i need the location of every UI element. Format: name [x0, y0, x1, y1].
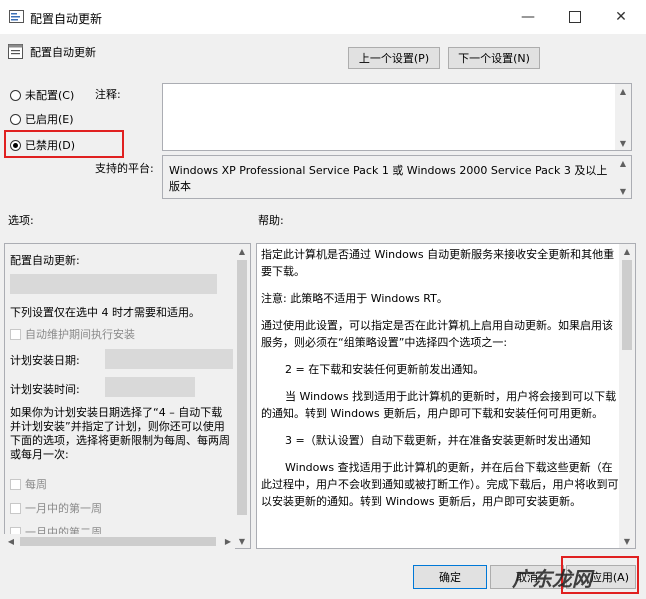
- radio-enabled[interactable]: 已启用(E): [10, 111, 74, 127]
- close-icon: ✕: [615, 9, 627, 25]
- weekly-checkbox[interactable]: [10, 478, 21, 490]
- maintenance-checkbox[interactable]: [10, 328, 21, 340]
- options-note: 下列设置仅在选中 4 时才需要和适用。: [10, 306, 200, 319]
- help-paragraph: 当 Windows 找到适用于此计算机的更新时，用户将会接到可以下载的通知。转到…: [261, 390, 617, 420]
- next-setting-button[interactable]: 下一个设置(N): [448, 47, 540, 69]
- radio-label: 未配置(C): [25, 89, 75, 102]
- scroll-down-icon[interactable]: ▼: [619, 534, 635, 548]
- help-scrollbar[interactable]: ▲ ▼: [619, 244, 635, 548]
- weekly-check-label: 每周: [25, 478, 47, 491]
- scroll-up-icon[interactable]: ▲: [619, 244, 635, 258]
- radio-circle[interactable]: [10, 113, 21, 125]
- schedule-day-label: 计划安装日期:: [10, 354, 80, 367]
- scroll-left-icon[interactable]: ◀: [4, 534, 18, 549]
- supported-field: Windows XP Professional Service Pack 1 或…: [162, 155, 632, 199]
- schedule-time-dropdown[interactable]: [105, 377, 195, 397]
- scroll-down-icon[interactable]: ▼: [615, 136, 631, 150]
- scroll-up-icon[interactable]: ▲: [234, 244, 250, 258]
- schedule-day-dropdown[interactable]: [105, 349, 233, 369]
- radio-circle[interactable]: [10, 89, 21, 101]
- minimize-button[interactable]: —: [505, 0, 551, 34]
- schedule-note: 如果你为计划安装日期选择了“4 – 自动下载并计划安装”并指定了计划，则你还可以…: [10, 406, 230, 461]
- title-bar: 配置自动更新 — ✕: [0, 0, 646, 34]
- supported-label: 支持的平台:: [95, 162, 154, 175]
- maintenance-check-label: 自动维护期间执行安装: [25, 328, 135, 341]
- maintenance-checkbox-row[interactable]: 自动维护期间执行安装: [10, 326, 135, 342]
- scroll-down-icon[interactable]: ▼: [234, 534, 250, 548]
- disabled-highlight-box: [4, 130, 124, 158]
- help-paragraph: 指定此计算机是否通过 Windows 自动更新服务来接收安全更新和其他重要下载。: [261, 248, 615, 278]
- setting-icon: [8, 44, 23, 59]
- help-text: 指定此计算机是否通过 Windows 自动更新服务来接收安全更新和其他重要下载。…: [261, 246, 619, 520]
- first-week-check-label: 一月中的第一周: [25, 502, 102, 515]
- help-paragraph: Windows 查找适用于此计算机的更新，并在后台下载这些更新（在此过程中，用户…: [261, 461, 619, 508]
- options-scrollbar[interactable]: ▲ ▼: [234, 244, 250, 548]
- options-hscrollbar[interactable]: ◀ ▶: [4, 534, 235, 549]
- configure-label: 配置自动更新:: [10, 254, 80, 267]
- scroll-down-icon[interactable]: ▼: [615, 184, 631, 198]
- weekly-checkbox-row[interactable]: 每周: [10, 476, 47, 492]
- scroll-thumb[interactable]: [622, 260, 632, 350]
- first-week-checkbox[interactable]: [10, 502, 21, 514]
- comment-scrollbar[interactable]: ▲ ▼: [615, 84, 631, 150]
- configure-dropdown[interactable]: [10, 274, 217, 294]
- close-button[interactable]: ✕: [598, 0, 644, 34]
- window-title: 配置自动更新: [30, 12, 103, 26]
- watermark-logo: 广东龙网: [512, 567, 592, 591]
- radio-not-configured[interactable]: 未配置(C): [10, 87, 74, 103]
- supported-scrollbar[interactable]: ▲ ▼: [615, 156, 631, 198]
- policy-app-icon: [9, 10, 24, 23]
- setting-title: 配置自动更新: [30, 46, 96, 59]
- hscroll-thumb[interactable]: [20, 537, 216, 546]
- minimize-icon: —: [521, 9, 535, 25]
- options-label: 选项:: [8, 214, 34, 227]
- prev-setting-button[interactable]: 上一个设置(P): [348, 47, 440, 69]
- maximize-button[interactable]: [552, 0, 598, 34]
- supported-value: Windows XP Professional Service Pack 1 或…: [169, 164, 608, 193]
- schedule-time-label: 计划安装时间:: [10, 383, 80, 396]
- radio-label: 已启用(E): [25, 113, 74, 126]
- first-week-checkbox-row[interactable]: 一月中的第一周: [10, 500, 102, 516]
- comment-textarea[interactable]: ▲ ▼: [162, 83, 632, 151]
- scroll-up-icon[interactable]: ▲: [615, 156, 631, 170]
- comment-label: 注释:: [95, 88, 121, 101]
- help-paragraph: 3 =（默认设置）自动下载更新，并在准备安装更新时发出通知: [285, 434, 591, 447]
- help-paragraph: 通过使用此设置，可以指定是否在此计算机上启用自动更新。如果启用该服务，则必须在“…: [261, 319, 613, 349]
- scroll-thumb[interactable]: [237, 260, 247, 515]
- help-paragraph: 2 = 在下载和安装任何更新前发出通知。: [285, 363, 485, 376]
- help-paragraph: 注意: 此策略不适用于 Windows RT。: [261, 292, 448, 305]
- maximize-icon: [569, 11, 581, 23]
- help-label: 帮助:: [258, 214, 284, 227]
- scroll-right-icon[interactable]: ▶: [221, 534, 235, 549]
- scroll-up-icon[interactable]: ▲: [615, 84, 631, 98]
- help-pane: 指定此计算机是否通过 Windows 自动更新服务来接收安全更新和其他重要下载。…: [256, 243, 636, 549]
- options-pane: 配置自动更新: 下列设置仅在选中 4 时才需要和适用。 自动维护期间执行安装 计…: [4, 243, 251, 549]
- ok-button[interactable]: 确定: [413, 565, 487, 589]
